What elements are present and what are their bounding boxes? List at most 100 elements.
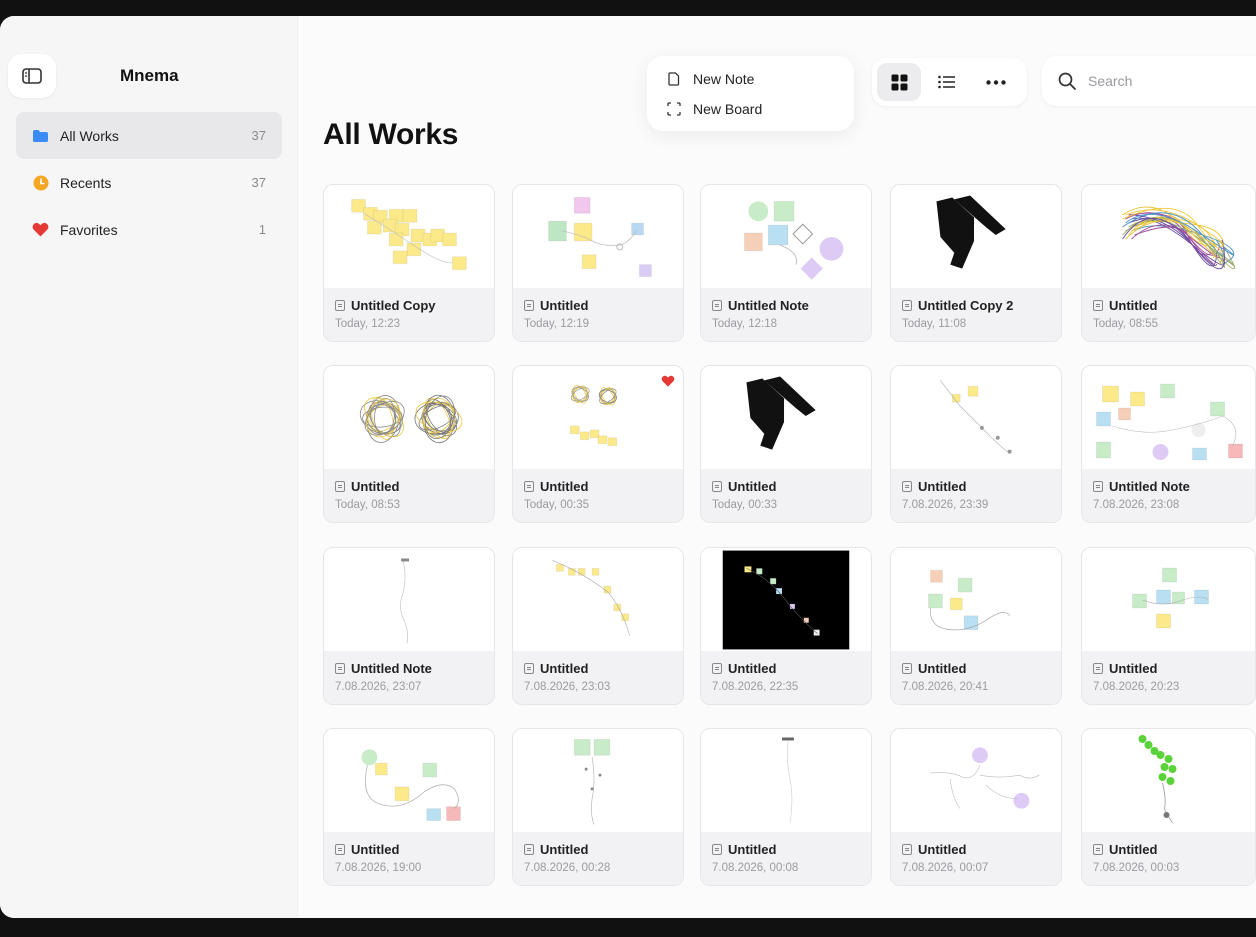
- document-icon: [712, 844, 722, 855]
- document-icon: [524, 844, 534, 855]
- work-card[interactable]: Untitled 7.08.2026, 00:07: [890, 728, 1062, 886]
- work-card[interactable]: Untitled 7.08.2026, 22:35: [700, 547, 872, 705]
- sidebar-nav: All Works 37 Recents 37 Favorites 1: [16, 112, 282, 253]
- work-date: Today, 12:18: [712, 318, 778, 330]
- work-date: 7.08.2026, 20:23: [1093, 681, 1180, 693]
- work-meta: Untitled 7.08.2026, 22:35: [701, 651, 871, 704]
- more-button[interactable]: [974, 63, 1018, 101]
- work-title-text: Untitled: [1109, 298, 1158, 313]
- work-title: Untitled: [902, 479, 1050, 494]
- work-card[interactable]: Untitled 7.08.2026, 19:00: [323, 728, 495, 886]
- work-thumbnail: [1082, 185, 1255, 288]
- work-title-text: Untitled: [351, 842, 400, 857]
- work-thumbnail: [324, 729, 494, 832]
- work-card[interactable]: Untitled 7.08.2026, 20:23: [1081, 547, 1256, 705]
- work-thumbnail: [513, 366, 683, 469]
- work-card[interactable]: Untitled Today, 00:33: [700, 365, 872, 523]
- work-card[interactable]: Untitled 7.08.2026, 00:03: [1081, 728, 1256, 886]
- search-input[interactable]: [1088, 73, 1228, 89]
- favorite-heart-icon[interactable]: [661, 375, 675, 387]
- sidebar-icon: [22, 68, 42, 84]
- more-icon: [986, 79, 1006, 85]
- work-card[interactable]: Untitled Note 7.08.2026, 23:07: [323, 547, 495, 705]
- work-thumbnail: [1082, 729, 1255, 832]
- sidebar-item-recents[interactable]: Recents 37: [16, 159, 282, 206]
- work-title-text: Untitled Note: [351, 661, 432, 676]
- grid-view-button[interactable]: [877, 63, 922, 101]
- sidebar-toggle-button[interactable]: [8, 54, 56, 98]
- work-thumbnail: [701, 729, 871, 832]
- search-icon: [1058, 72, 1076, 90]
- work-title-text: Untitled: [540, 661, 589, 676]
- work-date: 7.08.2026, 23:08: [1093, 499, 1180, 511]
- work-title: Untitled: [524, 479, 672, 494]
- sidebar-item-label: Recents: [60, 174, 112, 191]
- work-title: Untitled: [524, 298, 672, 313]
- work-title: Untitled: [335, 842, 483, 857]
- new-note-label: New Note: [693, 71, 755, 87]
- document-icon: [712, 663, 722, 674]
- document-icon: [335, 663, 345, 674]
- work-title: Untitled Copy: [335, 298, 483, 313]
- grid-view-icon: [891, 74, 908, 90]
- new-board-label: New Board: [693, 101, 763, 117]
- work-meta: Untitled 7.08.2026, 20:41: [891, 651, 1061, 704]
- work-title-text: Untitled: [1109, 842, 1158, 857]
- work-card[interactable]: Untitled Copy Today, 12:23: [323, 184, 495, 342]
- work-meta: Untitled Note 7.08.2026, 23:08: [1082, 469, 1255, 522]
- sidebar-item-label: Favorites: [60, 221, 118, 238]
- sidebar-item-count: 37: [251, 128, 266, 143]
- work-meta: Untitled Copy Today, 12:23: [324, 288, 494, 341]
- work-card[interactable]: Untitled Note 7.08.2026, 23:08: [1081, 365, 1256, 523]
- document-icon: [902, 300, 912, 311]
- work-meta: Untitled 7.08.2026, 00:07: [891, 832, 1061, 885]
- document-icon: [712, 481, 722, 492]
- work-title-text: Untitled: [918, 479, 967, 494]
- work-card[interactable]: Untitled Copy 2 Today, 11:08: [890, 184, 1062, 342]
- work-title-text: Untitled: [540, 479, 589, 494]
- work-meta: Untitled 7.08.2026, 20:23: [1082, 651, 1255, 704]
- view-toolbar: [872, 58, 1027, 106]
- new-note-menu-item[interactable]: New Note: [667, 64, 834, 94]
- work-title-text: Untitled: [540, 298, 589, 313]
- work-card[interactable]: Untitled Today, 08:53: [323, 365, 495, 523]
- work-card[interactable]: Untitled 7.08.2026, 00:28: [512, 728, 684, 886]
- sidebar-item-favorites[interactable]: Favorites 1: [16, 206, 282, 253]
- work-card[interactable]: Untitled Today, 12:19: [512, 184, 684, 342]
- work-card[interactable]: Untitled 7.08.2026, 00:08: [700, 728, 872, 886]
- list-view-button[interactable]: [925, 63, 969, 101]
- work-thumbnail: [701, 548, 871, 651]
- sidebar-item-label: All Works: [60, 127, 119, 144]
- work-date: Today, 12:19: [524, 318, 590, 330]
- document-icon: [1093, 300, 1103, 311]
- work-card[interactable]: Untitled Note Today, 12:18: [700, 184, 872, 342]
- document-icon: [1093, 663, 1103, 674]
- work-thumbnail: [701, 185, 871, 288]
- work-meta: Untitled Today, 00:35: [513, 469, 683, 522]
- work-thumbnail: [1082, 366, 1255, 469]
- work-card[interactable]: Untitled 7.08.2026, 23:39: [890, 365, 1062, 523]
- work-thumbnail: [891, 185, 1061, 288]
- new-board-menu-item[interactable]: New Board: [667, 94, 834, 124]
- search-bar[interactable]: [1042, 56, 1256, 106]
- work-thumbnail: [513, 729, 683, 832]
- work-card[interactable]: Untitled Today, 00:35: [512, 365, 684, 523]
- work-card[interactable]: Untitled 7.08.2026, 20:41: [890, 547, 1062, 705]
- work-title: Untitled Note: [1093, 479, 1244, 494]
- work-card[interactable]: Untitled Today, 08:55: [1081, 184, 1256, 342]
- work-thumbnail: [1082, 548, 1255, 651]
- work-date: 7.08.2026, 00:03: [1093, 862, 1180, 874]
- document-icon: [335, 481, 345, 492]
- work-title: Untitled: [524, 661, 672, 676]
- sidebar-item-all-works[interactable]: All Works 37: [16, 112, 282, 159]
- page-title: All Works: [323, 118, 459, 151]
- work-title: Untitled: [712, 661, 860, 676]
- document-icon: [335, 844, 345, 855]
- work-meta: Untitled Today, 08:55: [1082, 288, 1255, 341]
- work-thumbnail: [701, 366, 871, 469]
- work-card[interactable]: Untitled 7.08.2026, 23:03: [512, 547, 684, 705]
- work-title-text: Untitled Note: [728, 298, 809, 313]
- work-title-text: Untitled Copy: [351, 298, 436, 313]
- work-date: 7.08.2026, 00:28: [524, 862, 611, 874]
- work-title: Untitled: [712, 842, 860, 857]
